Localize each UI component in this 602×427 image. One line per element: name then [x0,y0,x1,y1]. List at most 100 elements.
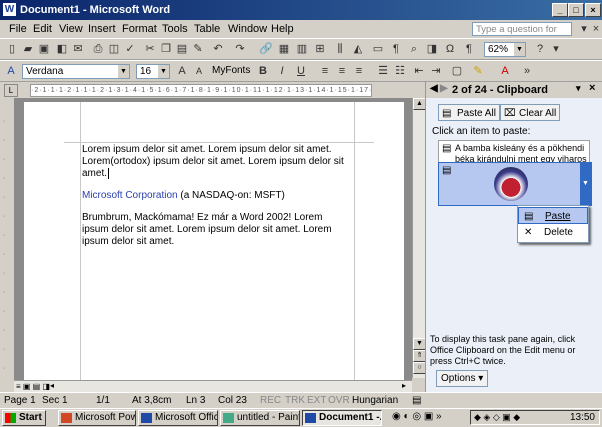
paragraph-2[interactable]: Microsoft Corporation (a NASDAQ-on: MSFT… [82,190,350,202]
help-question-input[interactable]: Type a question for help [472,22,572,49]
highlight-icon[interactable]: ✎ [471,65,485,78]
paste-icon[interactable]: ▤ [175,43,189,56]
maximize-button[interactable]: □ [568,3,584,17]
task-pane-close-icon[interactable]: × [589,82,595,94]
align-right-icon[interactable]: ≡ [352,65,366,78]
task-pane-menu-icon[interactable]: ▾ [576,83,581,94]
forward-icon[interactable]: ▶ [440,83,448,94]
task-pane-title[interactable]: 2 of 24 - Clipboard [452,84,548,96]
zoom-select[interactable]: 62% ▼ [484,42,526,57]
hyperlink-text[interactable]: Microsoft Corporation [82,190,178,201]
columns-icon[interactable]: ⫼ [333,43,347,56]
close-document-icon[interactable]: × [589,23,602,36]
context-paste-item[interactable]: ▤ Paste [518,207,588,224]
tab-selector[interactable]: L [4,84,18,97]
menu-insert[interactable]: Insert [88,23,116,35]
options-button[interactable]: Options ▾ [436,370,489,387]
clear-all-button[interactable]: ⌧ Clear All [500,104,561,121]
menu-window[interactable]: Window [228,23,267,35]
permission-icon[interactable]: ◧ [55,43,69,56]
paragraph-mark-icon[interactable]: ¶ [462,43,476,56]
menu-view[interactable]: View [59,23,83,35]
menu-format[interactable]: Format [122,23,157,35]
status-trk[interactable]: TRK [285,395,305,406]
redo-icon[interactable]: ↷ [233,43,247,56]
vertical-scrollbar[interactable]: ▲ ▼ ⇑ ○ [412,98,426,378]
shrink-font-icon[interactable]: A [192,65,206,78]
print-icon[interactable]: ⎙ [91,43,105,56]
menu-tools[interactable]: Tools [162,23,188,35]
email-icon[interactable]: ✉ [71,43,85,56]
word-app-icon[interactable]: W [3,3,16,16]
document-page[interactable]: Lorem ipsum delor sit amet. Lorem ipsum … [24,102,404,380]
taskbar-item-powerpoint[interactable]: Microsoft Pow... [58,410,136,426]
start-button[interactable]: Start [2,410,46,426]
open-icon[interactable]: ▰ [21,43,35,56]
hyperlink-icon[interactable]: 🔗 [259,43,273,56]
toolbar-options-icon[interactable]: ▾ [549,43,563,56]
bullets-icon[interactable]: ☷ [393,65,407,78]
spelling-icon[interactable]: ✓ [123,43,137,56]
print-preview-icon[interactable]: ◫ [107,43,121,56]
undo-icon[interactable]: ↶ [211,43,225,56]
research-icon[interactable]: ⌕ [407,43,421,56]
tray-icons[interactable]: ◆ ◈ ◇ ▣ ◆ [474,412,520,423]
font-color-icon[interactable]: A [498,65,512,78]
help-icon[interactable]: ? [533,43,547,56]
clipboard-item-image[interactable]: ▤ ▼ [438,162,592,206]
reading-icon[interactable]: ◨ [425,43,439,56]
borders-icon[interactable]: ▢ [450,65,464,78]
new-document-icon[interactable]: ▯ [5,43,19,56]
align-left-icon[interactable]: ≡ [318,65,332,78]
minimize-button[interactable]: _ [552,3,568,17]
numbering-icon[interactable]: ☰ [376,65,390,78]
status-rec[interactable]: REC [260,395,281,406]
insert-table-icon[interactable]: ▥ [295,43,309,56]
taskbar-item-office[interactable]: Microsoft Offic... [138,410,218,426]
save-icon[interactable]: ▣ [37,43,51,56]
quick-launch-icons[interactable]: ◉ ◐ ◎ ▣ » [392,411,442,422]
insert-excel-icon[interactable]: ⊞ [313,43,327,56]
paragraph-3[interactable]: Brumbrum, Mackómama! Ez már a Word 2002!… [82,212,350,248]
show-hide-icon[interactable]: ¶ [389,43,403,56]
status-ovr[interactable]: OVR [328,395,350,406]
drawing-icon[interactable]: ◭ [351,43,365,56]
close-button[interactable]: × [585,3,601,17]
cut-icon[interactable]: ✂ [143,43,157,56]
increase-indent-icon[interactable]: ⇥ [429,65,443,78]
paragraph-1[interactable]: Lorem ipsum delor sit amet. Lorem ipsum … [82,144,350,180]
status-ext[interactable]: EXT [307,395,326,406]
ruler-scale[interactable]: ·2·1·1·1·2·1·1·1·2·1·3·1·4·1·5·1·6·1·7·1… [30,84,372,97]
spelling-status-icon[interactable]: ▤ [412,395,421,406]
styles-icon[interactable]: A [4,65,18,78]
decrease-indent-icon[interactable]: ⇤ [412,65,426,78]
toolbar-options-icon[interactable]: » [520,65,534,78]
tables-borders-icon[interactable]: ▦ [277,43,291,56]
status-language[interactable]: Hungarian [352,395,398,406]
menu-file[interactable]: File [9,23,27,35]
view-buttons[interactable]: ≡ ▣ ▤ ◨ [16,382,50,391]
taskbar-item-paint[interactable]: untitled - Paint [220,410,300,426]
taskbar-item-document1[interactable]: Document1 -... [302,410,382,426]
scroll-left-icon[interactable]: ◂ [50,381,54,390]
item-dropdown-icon[interactable]: ▼ [580,163,591,205]
underline-button[interactable]: U [294,65,308,78]
scroll-right-icon[interactable]: ▸ [402,381,406,390]
font-select[interactable]: Verdana ▼ [22,64,130,79]
format-painter-icon[interactable]: ✎ [191,43,205,56]
italic-button[interactable]: I [275,65,289,78]
paste-all-button[interactable]: ▤ Paste All [438,104,500,121]
copy-icon[interactable]: ❐ [159,43,173,56]
format-icon[interactable]: Ω [443,43,457,56]
font-size-select[interactable]: 16 ▼ [136,64,170,79]
document-map-icon[interactable]: ▭ [371,43,385,56]
align-center-icon[interactable]: ≡ [335,65,349,78]
menu-edit[interactable]: Edit [33,23,52,35]
context-delete-item[interactable]: ✕ Delete [518,224,588,241]
grow-font-icon[interactable]: A [175,65,189,78]
menu-help[interactable]: Help [271,23,294,35]
menu-table[interactable]: Table [194,23,220,35]
bold-button[interactable]: B [256,65,270,78]
myfonts-menu[interactable]: MyFonts [212,65,250,76]
back-icon[interactable]: ◀ [430,83,438,94]
